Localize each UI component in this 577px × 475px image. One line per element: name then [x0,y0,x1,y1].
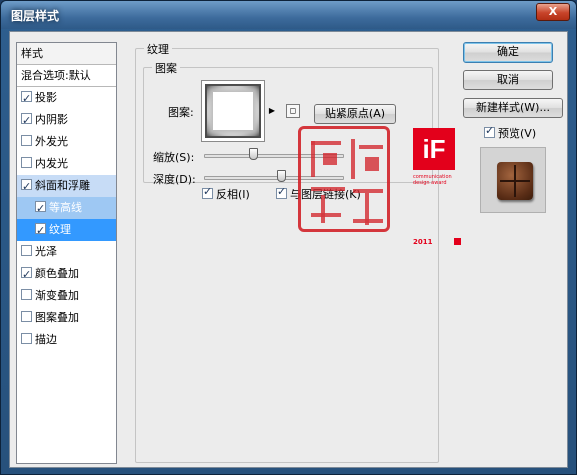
new-preset-icon[interactable]: ◻ [286,104,300,118]
seal-stroke [351,139,355,179]
link-with-layer-checkbox[interactable] [276,185,287,199]
blend-options-item[interactable]: 混合选项:默认 [17,65,116,87]
pattern-group-title: 图案 [152,60,180,76]
seal-stroke [311,187,345,191]
style-item-checkbox[interactable] [21,135,32,146]
styles-list: 样式 混合选项:默认 投影内阴影外发光内发光斜面和浮雕等高线纹理光泽颜色叠加渐变… [16,42,117,464]
close-button[interactable]: X [536,3,570,21]
layer-style-dialog: 图层样式 X 样式 混合选项:默认 投影内阴影外发光内发光斜面和浮雕等高线纹理光… [0,0,577,475]
depth-slider-thumb[interactable] [277,170,286,182]
style-item-label: 纹理 [49,223,71,236]
close-icon: X [548,5,558,18]
style-item[interactable]: 纹理 [17,219,116,242]
style-item-label: 内发光 [35,157,68,170]
style-item[interactable]: 斜面和浮雕 [17,175,116,198]
style-item[interactable]: 外发光 [17,131,116,153]
style-items: 投影内阴影外发光内发光斜面和浮雕等高线纹理光泽颜色叠加渐变叠加图案叠加描边 [17,87,116,351]
seal-stroke [311,213,341,217]
seal-stroke [321,195,325,223]
style-item-label: 图案叠加 [35,311,79,324]
seal-stroke [323,153,337,165]
scale-slider-thumb[interactable] [249,148,258,160]
style-item-checkbox[interactable] [35,220,46,242]
title-bar[interactable]: 图层样式 X [1,1,576,29]
style-item[interactable]: 光泽 [17,241,116,263]
pattern-label: 图案: [168,106,194,119]
dialog-title: 图层样式 [11,9,60,23]
snap-to-origin-label: 贴紧原点(A) [324,107,386,120]
style-item-label: 描边 [35,333,57,346]
style-item-label: 渐变叠加 [35,289,79,302]
style-item-checkbox[interactable] [21,289,32,300]
style-item[interactable]: 等高线 [17,197,116,220]
if-logo-caption: communication design award [413,174,452,186]
style-item-label: 内阴影 [35,113,68,126]
style-item[interactable]: 描边 [17,329,116,351]
style-item[interactable]: 颜色叠加 [17,263,116,286]
invert-label: 反相(I) [216,188,250,201]
invert-checkbox-row[interactable]: 反相(I) [202,185,250,202]
style-item-checkbox[interactable] [35,198,46,220]
seal-strokes [307,135,383,225]
style-item[interactable]: 投影 [17,87,116,110]
style-item-label: 光泽 [35,245,57,258]
texture-group-title: 纹理 [144,41,172,57]
style-item-checkbox[interactable] [21,88,32,110]
seal-stroke [359,145,383,149]
style-item-checkbox[interactable] [21,245,32,256]
ok-label: 确定 [497,45,519,58]
style-item-label: 等高线 [49,201,82,214]
style-item[interactable]: 图案叠加 [17,307,116,329]
blend-options-label: 混合选项:默认 [21,69,91,82]
new-style-button[interactable]: 新建样式(W)... [463,98,563,118]
preview-checkbox-row[interactable]: 预览(V) [484,124,537,141]
dialog-client-area: 样式 混合选项:默认 投影内阴影外发光内发光斜面和浮雕等高线纹理光泽颜色叠加渐变… [9,31,568,468]
style-item-label: 颜色叠加 [35,267,79,280]
seal-stroke [311,141,341,145]
style-item-checkbox[interactable] [21,176,32,198]
snap-to-origin-button[interactable]: 贴紧原点(A) [314,104,396,124]
depth-label: 深度(D): [153,173,196,186]
styles-header-label: 样式 [21,47,43,60]
cancel-button[interactable]: 取消 [463,70,553,90]
preview-checkbox[interactable] [484,124,495,138]
pattern-preview [205,84,261,138]
style-item-label: 投影 [35,91,57,104]
seal-stroke [353,219,383,223]
new-style-label: 新建样式(W)... [476,101,550,114]
style-item-checkbox[interactable] [21,264,32,286]
pattern-swatch[interactable] [201,80,265,142]
preview-label: 预览(V) [498,127,537,140]
if-logo-mark: iF [413,128,455,170]
ok-button[interactable]: 确定 [463,42,553,63]
styles-header[interactable]: 样式 [17,43,116,65]
if-logo-dot [454,238,461,245]
cancel-label: 取消 [497,73,519,86]
style-item[interactable]: 内发光 [17,153,116,175]
seal-stroke [365,157,379,171]
pattern-dropdown-arrow-icon[interactable]: ▶ [267,98,277,124]
style-item-label: 外发光 [35,135,68,148]
style-item-checkbox[interactable] [21,311,32,322]
style-item[interactable]: 渐变叠加 [17,285,116,307]
style-preview-thumbnail [480,147,546,213]
style-item-checkbox[interactable] [21,333,32,344]
style-item-checkbox[interactable] [21,157,32,168]
style-item-checkbox[interactable] [21,110,32,132]
chocolate-preview-icon [497,162,533,200]
if-logo-year: 2011 [413,238,433,246]
seal-stroke [311,141,315,177]
style-item[interactable]: 内阴影 [17,109,116,132]
if-award-logo: iF communication design award 2011 [413,128,461,248]
scale-label: 缩放(S): [153,151,195,164]
style-item-label: 斜面和浮雕 [35,179,90,192]
red-seal-stamp [298,126,390,232]
invert-checkbox[interactable] [202,185,213,199]
